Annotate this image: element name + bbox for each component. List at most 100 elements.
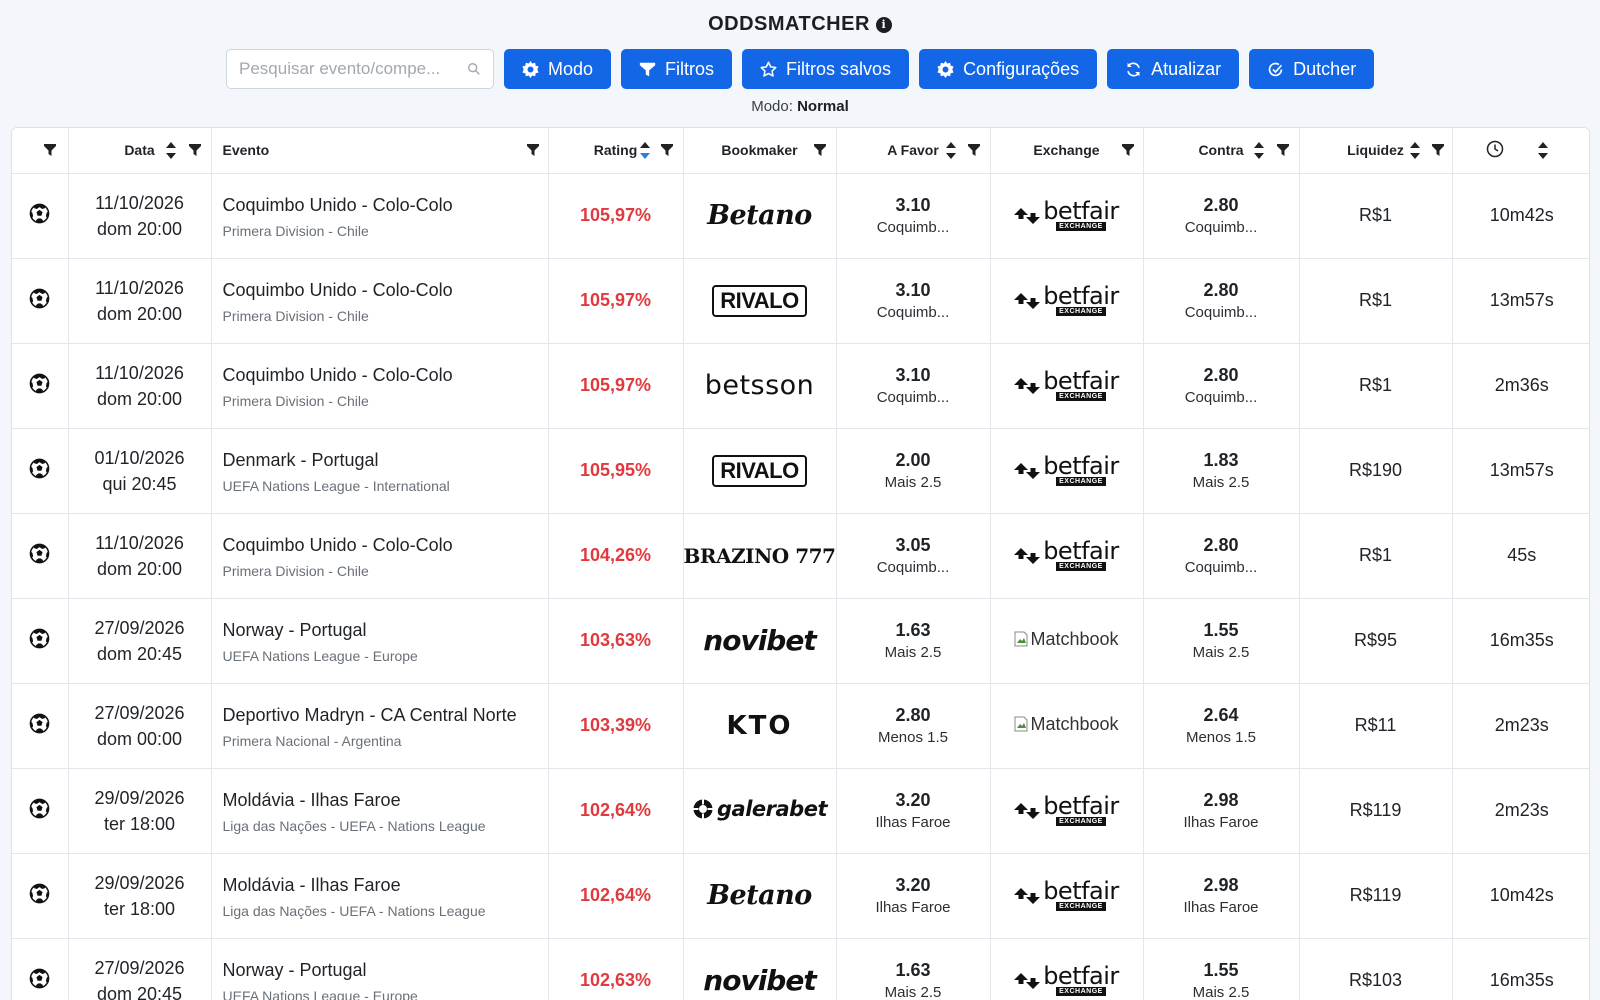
event-name[interactable]: Coquimbo Unido - Colo-Colo	[223, 363, 548, 388]
sort-icon[interactable]	[1409, 142, 1420, 159]
modo-button[interactable]: Modo	[504, 49, 612, 89]
table-row[interactable]: 11/10/2026 dom 20:00 Coquimbo Unido - Co…	[12, 343, 1589, 429]
col-rating-header[interactable]: Rating	[548, 128, 684, 174]
exchange-logo[interactable]: betfair EXCHANGE	[1014, 879, 1119, 911]
filter-icon[interactable]	[526, 144, 539, 156]
bookmaker-logo[interactable]: BRAZINO 777	[684, 544, 836, 568]
contra-cell[interactable]: 2.80 Coquimb...	[1143, 343, 1300, 429]
contra-cell[interactable]: 2.80 Coquimb...	[1143, 173, 1300, 259]
filter-icon[interactable]	[813, 144, 826, 156]
bookmaker-logo[interactable]: Betano	[707, 880, 812, 911]
col-evento-header[interactable]: Evento	[211, 128, 549, 174]
configuracoes-button[interactable]: Configurações	[919, 49, 1098, 89]
filtros-button[interactable]: Filtros	[621, 49, 733, 89]
event-name[interactable]: Moldávia - Ilhas Faroe	[223, 873, 548, 898]
bookmaker-logo[interactable]: Betano	[707, 200, 812, 231]
contra-cell[interactable]: 1.55 Mais 2.5	[1143, 938, 1300, 1000]
event-name[interactable]: Norway - Portugal	[223, 958, 548, 983]
info-icon[interactable]: i	[875, 17, 892, 33]
contra-cell[interactable]: 1.83 Mais 2.5	[1143, 428, 1300, 514]
sort-icon[interactable]	[945, 142, 956, 159]
table-row[interactable]: 29/09/2026 ter 18:00 Moldávia - Ilhas Fa…	[12, 768, 1589, 854]
col-contra-header[interactable]: Contra	[1143, 128, 1300, 174]
contra-cell[interactable]: 2.80 Coquimb...	[1143, 258, 1300, 344]
bookmaker-logo[interactable]: RIVALO	[712, 454, 807, 487]
table-row[interactable]: 11/10/2026 dom 20:00 Coquimbo Unido - Co…	[12, 173, 1589, 259]
exchange-logo[interactable]: Matchbook	[1014, 629, 1119, 650]
bookmaker-logo[interactable]: betsson	[705, 370, 815, 401]
table-row[interactable]: 11/10/2026 dom 20:00 Coquimbo Unido - Co…	[12, 258, 1589, 344]
exchange-logo[interactable]: betfair EXCHANGE	[1014, 284, 1119, 316]
favor-cell[interactable]: 3.20 Ilhas Faroe	[836, 853, 991, 939]
dutcher-button[interactable]: Dutcher	[1249, 49, 1375, 89]
event-name[interactable]: Coquimbo Unido - Colo-Colo	[223, 278, 548, 303]
col-bookmaker-header[interactable]: Bookmaker	[683, 128, 837, 174]
favor-cell[interactable]: 1.63 Mais 2.5	[836, 938, 991, 1000]
table-row[interactable]: 27/09/2026 dom 00:00 Deportivo Madryn - …	[12, 683, 1589, 769]
table-row[interactable]: 29/09/2026 ter 18:00 Moldávia - Ilhas Fa…	[12, 853, 1589, 939]
exchange-logo[interactable]: betfair EXCHANGE	[1014, 369, 1119, 401]
sort-icon[interactable]	[1537, 142, 1548, 159]
col-a-favor-header[interactable]: A Favor	[836, 128, 991, 174]
favor-cell[interactable]: 3.10 Coquimb...	[836, 343, 991, 429]
exchange-logo[interactable]: Matchbook	[1014, 714, 1119, 735]
favor-cell[interactable]: 3.10 Coquimb...	[836, 173, 991, 259]
contra-cell[interactable]: 2.98 Ilhas Faroe	[1143, 768, 1300, 854]
col-exchange-header[interactable]: Exchange	[990, 128, 1144, 174]
sort-icon[interactable]	[1253, 142, 1264, 159]
event-name[interactable]: Coquimbo Unido - Colo-Colo	[223, 193, 548, 218]
favor-cell[interactable]: 3.10 Coquimb...	[836, 258, 991, 344]
table-row[interactable]: 27/09/2026 dom 20:45 Norway - Portugal U…	[12, 938, 1589, 1000]
table-row[interactable]: 27/09/2026 dom 20:45 Norway - Portugal U…	[12, 598, 1589, 684]
bookmaker-logo[interactable]: RIVALO	[712, 284, 807, 317]
bookmaker-logo[interactable]: galerabet	[692, 797, 828, 821]
filter-icon[interactable]	[660, 144, 673, 156]
filtros-salvos-button[interactable]: Filtros salvos	[742, 49, 910, 89]
exchange-logo[interactable]: betfair EXCHANGE	[1014, 964, 1119, 996]
event-name[interactable]: Deportivo Madryn - CA Central Norte	[223, 703, 548, 728]
col-data-header[interactable]: Data	[68, 128, 212, 174]
filter-icon[interactable]	[967, 144, 980, 156]
contra-cell[interactable]: 2.64 Menos 1.5	[1143, 683, 1300, 769]
favor-cell[interactable]: 1.63 Mais 2.5	[836, 598, 991, 684]
filter-icon[interactable]	[1276, 144, 1289, 156]
sort-icon[interactable]	[165, 142, 176, 159]
time-cell: 10m42s	[1452, 853, 1589, 939]
event-name[interactable]: Norway - Portugal	[223, 618, 548, 643]
favor-cell[interactable]: 3.20 Ilhas Faroe	[836, 768, 991, 854]
exchange-logo[interactable]: betfair EXCHANGE	[1014, 794, 1119, 826]
filter-icon[interactable]	[188, 144, 201, 156]
bookmaker-name: BRAZINO 777	[683, 543, 836, 568]
favor-cell[interactable]: 2.00 Mais 2.5	[836, 428, 991, 514]
bookmaker-logo[interactable]: novibet	[703, 964, 816, 997]
exchange-logo[interactable]: betfair EXCHANGE	[1014, 539, 1119, 571]
col-liquidez-header[interactable]: Liquidez	[1299, 128, 1453, 174]
exchange-logo[interactable]: betfair EXCHANGE	[1014, 454, 1119, 486]
bookmaker-logo[interactable]: novibet	[703, 624, 816, 657]
search-icon[interactable]	[467, 62, 481, 76]
contra-cell[interactable]: 2.98 Ilhas Faroe	[1143, 853, 1300, 939]
event-name[interactable]: Coquimbo Unido - Colo-Colo	[223, 533, 548, 558]
atualizar-button[interactable]: Atualizar	[1107, 49, 1240, 89]
col-time-header[interactable]	[1452, 128, 1589, 174]
filter-icon[interactable]	[44, 144, 56, 156]
favor-market: Ilhas Faroe	[875, 813, 951, 831]
filter-icon[interactable]	[1121, 144, 1134, 156]
filter-icon[interactable]	[1431, 144, 1444, 156]
sort-desc-icon[interactable]	[639, 142, 650, 159]
broken-image-icon	[1014, 716, 1028, 732]
contra-market: Mais 2.5	[1192, 643, 1250, 661]
exchange-logo[interactable]: betfair EXCHANGE	[1014, 199, 1119, 231]
favor-cell[interactable]: 3.05 Coquimb...	[836, 513, 991, 599]
event-cell: Coquimbo Unido - Colo-Colo Primera Divis…	[211, 343, 549, 429]
event-name[interactable]: Moldávia - Ilhas Faroe	[223, 788, 548, 813]
event-name[interactable]: Denmark - Portugal	[223, 448, 548, 473]
table-row[interactable]: 11/10/2026 dom 20:00 Coquimbo Unido - Co…	[12, 513, 1589, 599]
contra-cell[interactable]: 2.80 Coquimb...	[1143, 513, 1300, 599]
event-day-time: qui 20:45	[102, 473, 177, 494]
table-row[interactable]: 01/10/2026 qui 20:45 Denmark - Portugal …	[12, 428, 1589, 514]
search-input[interactable]	[239, 59, 467, 79]
contra-cell[interactable]: 1.55 Mais 2.5	[1143, 598, 1300, 684]
favor-cell[interactable]: 2.80 Menos 1.5	[836, 683, 991, 769]
bookmaker-logo[interactable]: KTO	[727, 711, 793, 741]
